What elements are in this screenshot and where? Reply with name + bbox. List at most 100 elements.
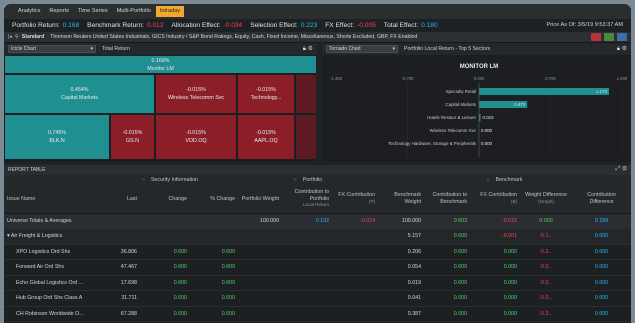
filter-icon[interactable]: ⚲ [15, 34, 19, 40]
charts-area: Icicle Chart Total Return 🔒︎ ⚙ 0.168%Mon… [4, 43, 631, 162]
pc-cell [282, 259, 333, 276]
header-portfolio-weight[interactable]: Portfolio Weight [238, 185, 283, 214]
icicle-technology[interactable]: -0.015% Technology... [237, 74, 295, 114]
preset-name[interactable]: Standard [22, 34, 44, 40]
table-row[interactable]: Echo Global Logistics Ord ... 17.698 0.000… [4, 275, 631, 291]
header-pct-change[interactable]: % Change [190, 185, 239, 214]
header-fx-contribution-b[interactable]: FX Contribution (B) [470, 185, 521, 214]
cell-label: Capital Markets [61, 95, 98, 101]
collapse-icon[interactable]: |◂ [8, 34, 12, 40]
col-group-security: « Security Information [102, 175, 239, 185]
bar-value: 0.015 [483, 115, 495, 120]
totals-row[interactable]: Universe Totals & Averages 100.000 0.192 -0… [4, 213, 631, 229]
excel-icon[interactable] [604, 33, 614, 41]
tornado-bar [479, 88, 610, 95]
cd-cell: 0.000 [572, 259, 631, 276]
header-contribution-benchmark[interactable]: Contribution to Benchmark [424, 185, 471, 214]
report-table: « Security Information « Portfolio « Ben… [4, 175, 631, 322]
bfx-cell: 0.000 [470, 290, 521, 307]
wd-cell: 0.000 [520, 213, 573, 229]
tab-time-series[interactable]: Time Series [74, 6, 112, 17]
pc-cell [282, 228, 333, 245]
header-contribution-portfolio[interactable]: Contribution to Portfolio Local Return [282, 185, 333, 214]
cell-value: -0.015% [256, 87, 276, 93]
report-rows: Universe Totals & Averages 100.000 0.192 -0… [4, 213, 631, 322]
gear-icon[interactable]: ⚙ [622, 46, 627, 52]
tab-multi-portfolio[interactable]: Multi-Portfolio [113, 6, 155, 17]
bw-cell: 100.000 [378, 213, 425, 229]
chart-type-select[interactable]: Icicle Chart [8, 45, 96, 53]
bc-cell: 0.003 [424, 213, 471, 229]
pw-cell [238, 290, 283, 307]
bc-cell: 0.000 [424, 290, 471, 307]
pw-cell [238, 244, 283, 260]
cell-label: VOD.OQ [185, 138, 207, 144]
share-icon[interactable] [617, 33, 627, 41]
icicle-other-leaf[interactable] [295, 114, 317, 160]
pw-cell: 100.000 [238, 213, 283, 229]
header-issue-name[interactable]: Issue Name [4, 185, 102, 214]
cell-value: 0.168% [151, 57, 170, 64]
cd-cell: 0.000 [572, 244, 631, 260]
chart-type-select[interactable]: Tornado Chart [326, 45, 398, 53]
lock-icon[interactable]: 🔒︎ [303, 46, 306, 52]
pct-cell [190, 213, 239, 229]
cd-cell: 0.000 [572, 228, 631, 245]
table-row[interactable]: Hub Group Ord Shs Class A 31.711 0.000 0.00… [4, 290, 631, 307]
bar-value: 0.472 [514, 102, 526, 107]
pw-cell [238, 306, 283, 322]
lock-icon[interactable]: 🔒︎ [617, 46, 620, 52]
table-row[interactable]: CH Robinson Worldwide O... 67.288 0.000 0.0… [4, 306, 631, 322]
tick-label: -0.700 [402, 76, 415, 81]
change-cell [140, 228, 190, 245]
icicle-gs[interactable]: -0.015% GS.N [110, 114, 155, 160]
panel-title: Portfolio Local Return - Top 5 Sectors [404, 46, 491, 52]
wd-cell: -0.0... [520, 275, 573, 291]
fx-effect: FX Effect: -0.005 [325, 22, 376, 29]
icicle-other[interactable] [295, 74, 317, 114]
cell-value: -0.015% [122, 130, 143, 136]
cd-cell: 0.000 [572, 306, 631, 322]
group-row[interactable]: ▾ Air Freight & Logistics 5.157 0.000 -0.00… [4, 228, 631, 245]
icicle-wireless[interactable]: -0.015% Wireless Telecomm Svc [155, 74, 237, 114]
table-row[interactable]: Forward Air Ord Shs 47.467 0.000 0.000 0.054… [4, 259, 631, 276]
gear-icon[interactable]: ⚙ [622, 166, 627, 172]
header-fx-contribution-p[interactable]: FX Contribution (P) [332, 185, 379, 214]
tab-intraday[interactable]: Intraday [155, 6, 185, 17]
icicle-vod[interactable]: -0.015% VOD.OQ [155, 114, 237, 160]
table-row[interactable]: XPO Logistics Ord Shs 36.806 0.000 0.000 0.2… [4, 244, 631, 260]
issue-name-cell: CH Robinson Worldwide O... [4, 306, 102, 322]
tab-bar: Analytics Reports Time Series Multi-Port… [4, 4, 631, 19]
cell-value: 0.454% [70, 87, 89, 93]
pfx-cell [332, 228, 379, 245]
flag-icon[interactable] [591, 33, 601, 41]
icicle-root[interactable]: 0.168% Monitor LM [4, 55, 317, 74]
tab-analytics[interactable]: Analytics [14, 6, 44, 17]
gear-icon[interactable]: ⚙ [308, 46, 313, 52]
report-table-panel: REPORT TABLE ⤢ ⚙ « Security Information … [4, 165, 631, 323]
header-benchmark-weight[interactable]: Benchmark Weight [378, 185, 425, 214]
tab-reports[interactable]: Reports [45, 6, 73, 17]
header-change[interactable]: Change [140, 185, 190, 214]
header-contribution-difference[interactable]: Contribution Difference [572, 185, 631, 214]
bc-cell: 0.000 [424, 244, 471, 260]
header-last[interactable]: Last [102, 185, 140, 214]
cell-label: AAPL.OQ [254, 138, 278, 144]
pfx-cell [332, 306, 379, 322]
bw-cell: 0.387 [378, 306, 425, 322]
filter-bar: |◂ ⚲ Standard Thomson Reuters United Sta… [4, 32, 631, 43]
cell-label: BLK.N [49, 138, 65, 144]
expand-icon[interactable]: ⤢ [616, 166, 621, 172]
pc-cell [282, 290, 333, 307]
last-cell: 36.806 [102, 244, 140, 260]
icicle-blk[interactable]: 0.745% BLK.N [4, 114, 110, 160]
icicle-panel-header: Icicle Chart Total Return 🔒︎ ⚙ [4, 43, 317, 55]
header-weight-difference[interactable]: Weight Difference (Graph) [520, 185, 573, 214]
icicle-aapl[interactable]: -0.015% AAPL.OQ [237, 114, 295, 160]
icicle-capital-markets[interactable]: 0.454% Capital Markets [4, 74, 155, 114]
bfx-cell: 0.000 [470, 244, 521, 260]
app-window: Analytics Reports Time Series Multi-Port… [4, 4, 631, 323]
cell-label: GS.N [126, 138, 139, 144]
pfx-cell [332, 244, 379, 260]
tick-label: 1.400 [617, 76, 628, 81]
